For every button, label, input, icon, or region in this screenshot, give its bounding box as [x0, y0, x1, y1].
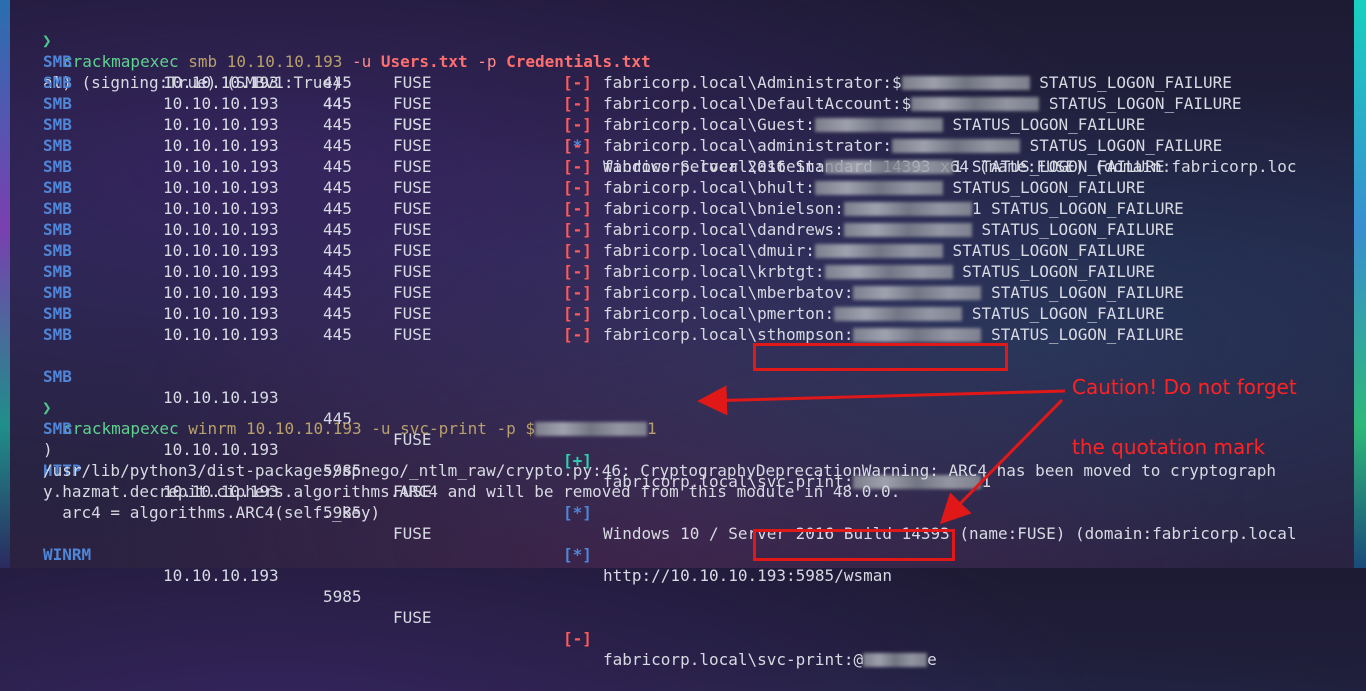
smb-success-row: SMB 10.10.10.193 445 FUSE [+] fabricorp.… — [43, 367, 992, 491]
redacted-password — [863, 653, 928, 667]
status-badge: [-] — [563, 220, 592, 239]
status-badge: [-] — [563, 241, 592, 260]
wallpaper-left-edge — [0, 0, 10, 568]
wallpaper-right-edge — [1354, 0, 1366, 568]
status-badge: [-] — [563, 304, 592, 323]
status-badge: [-] — [563, 157, 592, 176]
status-badge: [-] — [563, 178, 592, 197]
redacted-password — [843, 223, 972, 237]
smb-result-row: SMB 10.10.10.193 445 FUSE [-] fabricorp.local… — [43, 283, 1184, 302]
warning-line: arc4 = algorithms.ARC4(self._key) — [43, 503, 381, 522]
smb-result-row: SMB 10.10.10.193 445 FUSE [-] fabricorp.local… — [43, 94, 1242, 113]
status-badge: [*] — [563, 545, 592, 564]
redacted-password — [843, 202, 972, 216]
redacted-password — [911, 97, 1040, 111]
winrm-result-row: WINRM 10.10.10.193 5985 FUSE [-] fabrico… — [43, 545, 937, 669]
smb-info-row: SMB 10.10.10.193 445 FUSE [*] Windows Se… — [43, 52, 1297, 176]
warning-line: y.hazmat.decrepit.ciphers.algorithms.ARC… — [43, 482, 901, 501]
redacted-password — [824, 265, 953, 279]
redacted-password — [814, 181, 943, 195]
smb-result-row: SMB 10.10.10.193 445 FUSE [-] fabricorp.local… — [43, 241, 1146, 260]
redacted-password — [853, 286, 982, 300]
redacted-password — [891, 139, 1020, 153]
terminal-output: ❯ crackmapexec smb 10.10.10.193 -u Users… — [42, 9, 1333, 669]
status-badge: [-] — [563, 283, 592, 302]
annotation-line-2: the quotation mark — [1072, 435, 1266, 459]
smb-result-row: SMB 10.10.10.193 445 FUSE [-] fabricorp.local… — [43, 115, 1146, 134]
status-badge: [-] — [563, 629, 592, 648]
redacted-password — [814, 244, 943, 258]
smb-result-row: SMB 10.10.10.193 445 FUSE [-] fabricorp.local… — [43, 199, 1184, 218]
smb-result-row: SMB 10.10.10.193 445 FUSE [-] fabricorp.local… — [43, 136, 1223, 155]
status-badge: [-] — [563, 115, 592, 134]
smb-info-continuation: al) (signing:True) (SMBv1:True) — [43, 73, 342, 92]
status-badge: [-] — [563, 94, 592, 113]
status-badge: [-] — [563, 262, 592, 281]
redacted-password — [834, 307, 963, 321]
redacted-password — [901, 76, 1030, 90]
smb-result-row: SMB 10.10.10.193 445 FUSE [-] fabricorp.local… — [43, 262, 1155, 281]
status-badge: [-] — [563, 73, 592, 92]
status-badge: [-] — [563, 136, 592, 155]
redacted-password — [824, 160, 953, 174]
warning-line: /usr/lib/python3/dist-packages/spnego/_n… — [43, 461, 1276, 480]
annotation-line-1: Caution! Do not forget — [1072, 375, 1297, 399]
smb-result-row: SMB 10.10.10.193 445 FUSE [-] fabricorp.local… — [43, 325, 1184, 344]
command-line-smb: ❯ crackmapexec smb 10.10.10.193 -u Users… — [42, 9, 1333, 71]
redacted-password — [853, 328, 982, 342]
svc-print-credential: svc-print:@ — [757, 650, 864, 669]
highlight-box-winrm — [753, 529, 955, 561]
smb-result-list: SMB 10.10.10.193 445 FUSE [-] fabricorp.local… — [43, 72, 1333, 345]
smb-result-row: SMB 10.10.10.193 445 FUSE [-] fabricorp.local… — [43, 73, 1232, 92]
smb-result-row: SMB 10.10.10.193 445 FUSE [-] fabricorp.local… — [43, 304, 1165, 323]
smb-result-row: SMB 10.10.10.193 445 FUSE [-] fabricorp.local… — [43, 157, 1165, 176]
smb-result-row: SMB 10.10.10.193 445 FUSE [-] fabricorp.local… — [43, 220, 1175, 239]
status-badge: [-] — [563, 325, 592, 344]
smb-result-row: SMB 10.10.10.193 445 FUSE [-] fabricorp.local… — [43, 178, 1146, 197]
highlight-box-smb — [753, 343, 1008, 371]
status-badge: [-] — [563, 199, 592, 218]
redacted-password — [814, 118, 943, 132]
